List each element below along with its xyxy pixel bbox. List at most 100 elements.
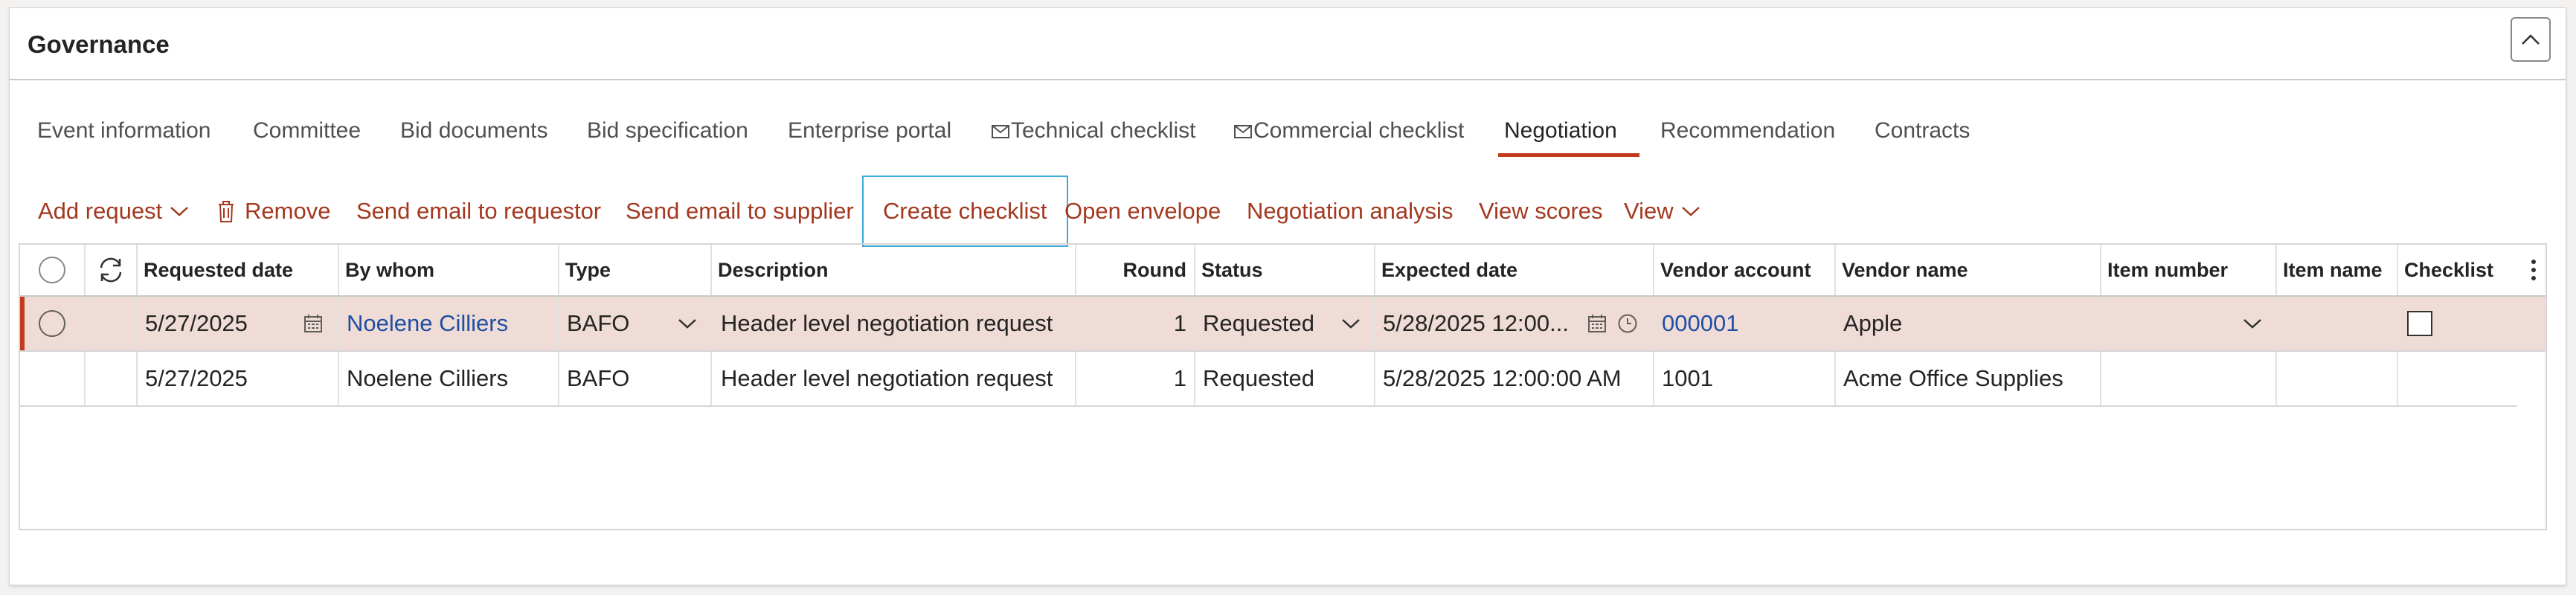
round-value: 1	[1173, 365, 1186, 391]
vendor-name-value: Acme Office Supplies	[1843, 365, 2063, 391]
item-name-field[interactable]	[2277, 297, 2398, 350]
send-email-supplier-label: Send email to supplier	[626, 198, 854, 224]
tab-recommendation[interactable]: Recommendation	[1660, 118, 1835, 144]
clock-icon[interactable]	[1617, 313, 1638, 334]
item-name-cell[interactable]	[2277, 352, 2398, 405]
col-label: By whom	[345, 258, 435, 281]
negotiation-analysis-button[interactable]: Negotiation analysis	[1247, 176, 1453, 247]
tab-label: Recommendation	[1660, 118, 1836, 143]
send-email-supplier-button[interactable]: Send email to supplier	[626, 176, 854, 247]
description-cell[interactable]: Header level negotiation request	[712, 352, 1076, 405]
col-header-status[interactable]: Status	[1195, 245, 1375, 295]
round-field[interactable]: 1	[1076, 297, 1195, 350]
vendor-name-field[interactable]: Apple	[1836, 297, 2101, 350]
col-header-round[interactable]: Round	[1076, 245, 1195, 295]
description-field[interactable]: Header level negotiation request	[712, 297, 1076, 350]
active-tab-indicator	[1498, 153, 1639, 157]
chevron-down-icon	[678, 319, 696, 329]
round-cell[interactable]: 1	[1076, 352, 1195, 405]
negotiation-grid: Requested date By whom Type Description …	[19, 243, 2547, 530]
type-cell[interactable]: BAFO	[559, 352, 712, 405]
open-envelope-button[interactable]: Open envelope	[1064, 176, 1221, 247]
col-header-description[interactable]: Description	[712, 245, 1076, 295]
col-label: Item number	[2107, 258, 2229, 281]
refresh-icon[interactable]	[96, 257, 126, 283]
refresh-header[interactable]	[86, 245, 138, 295]
requested-date-value: 5/27/2025	[145, 365, 248, 391]
chevron-down-icon	[2243, 319, 2261, 329]
view-scores-button[interactable]: View scores	[1479, 176, 1603, 247]
col-label: Vendor account	[1660, 258, 1811, 281]
col-header-item-number[interactable]: Item number	[2101, 245, 2277, 295]
vendor-name-value: Apple	[1843, 310, 1903, 336]
col-header-vendor-account[interactable]: Vendor account	[1654, 245, 1836, 295]
col-header-requested-date[interactable]: Requested date	[138, 245, 339, 295]
send-email-requestor-button[interactable]: Send email to requestor	[356, 176, 601, 247]
col-header-expected-date[interactable]: Expected date	[1375, 245, 1654, 295]
remove-button[interactable]: Remove	[216, 176, 330, 247]
col-header-vendor-name[interactable]: Vendor name	[1836, 245, 2101, 295]
expected-date-value: 5/28/2025 12:00:00 AM	[1383, 365, 1622, 391]
tab-enterprise-portal[interactable]: Enterprise portal	[788, 118, 951, 144]
item-number-dropdown[interactable]	[2101, 297, 2277, 350]
tab-bid-documents[interactable]: Bid documents	[400, 118, 547, 144]
tab-bid-specification[interactable]: Bid specification	[587, 118, 748, 144]
tab-label: Technical checklist	[1011, 118, 1196, 143]
vendor-name-cell[interactable]: Acme Office Supplies	[1836, 352, 2101, 405]
row-select-radio[interactable]	[39, 310, 65, 337]
expected-date-cell[interactable]: 5/28/2025 12:00:00 AM	[1375, 352, 1654, 405]
col-label: Round	[1122, 258, 1186, 281]
remove-label: Remove	[245, 198, 331, 224]
tab-commercial-checklist[interactable]: Commercial checklist	[1234, 118, 1464, 144]
trash-icon	[219, 201, 234, 222]
calendar-icon[interactable]	[303, 314, 323, 333]
col-header-type[interactable]: Type	[559, 245, 712, 295]
tab-label: Negotiation	[1504, 118, 1617, 143]
checklist-checkbox[interactable]	[2407, 311, 2432, 336]
status-dropdown[interactable]: Requested	[1195, 297, 1375, 350]
checklist-cell[interactable]	[2398, 352, 2517, 405]
item-number-cell[interactable]	[2101, 352, 2277, 405]
view-menu-button[interactable]: View	[1624, 176, 1700, 247]
by-whom-cell[interactable]: Noelene Cilliers	[339, 352, 559, 405]
create-checklist-label: Create checklist	[883, 198, 1047, 224]
calendar-icon[interactable]	[1587, 314, 1607, 333]
row-divider	[20, 405, 2517, 407]
collapse-button[interactable]	[2511, 17, 2551, 62]
tab-contracts[interactable]: Contracts	[1875, 118, 1970, 144]
col-header-item-name[interactable]: Item name	[2277, 245, 2398, 295]
row-blank-cell	[86, 352, 138, 405]
col-label: Type	[565, 258, 611, 281]
send-email-requestor-label: Send email to requestor	[356, 198, 602, 224]
more-options-icon[interactable]	[2531, 259, 2537, 281]
expected-date-field[interactable]: 5/28/2025 12:00...	[1375, 297, 1654, 350]
requested-date-field[interactable]: 5/27/2025	[138, 297, 339, 350]
round-value: 1	[1173, 310, 1186, 336]
by-whom-link[interactable]: Noelene Cilliers	[339, 297, 559, 350]
create-checklist-button[interactable]: Create checklist	[862, 176, 1068, 247]
tab-technical-checklist[interactable]: Technical checklist	[992, 118, 1195, 144]
tab-label: Event information	[37, 118, 211, 143]
chevron-down-icon	[1681, 207, 1700, 216]
add-request-button[interactable]: Add request	[38, 176, 189, 247]
action-toolbar: Add request Remove Send email to request…	[10, 176, 2566, 250]
vendor-account-value: 1001	[1662, 365, 1713, 391]
type-dropdown[interactable]: BAFO	[559, 297, 712, 350]
requested-date-cell[interactable]: 5/27/2025	[138, 352, 339, 405]
row-select-cell[interactable]	[20, 352, 86, 405]
tab-label: Enterprise portal	[788, 118, 952, 143]
row-select-cell[interactable]	[20, 297, 86, 350]
select-all-radio[interactable]	[39, 257, 65, 283]
status-cell[interactable]: Requested	[1195, 352, 1375, 405]
vendor-account-link[interactable]: 000001	[1654, 297, 1836, 350]
col-label: Description	[718, 258, 829, 281]
checklist-cell[interactable]	[2398, 297, 2547, 350]
col-header-checklist[interactable]: Checklist	[2398, 245, 2547, 295]
expected-date-value: 5/28/2025 12:00...	[1383, 310, 1569, 336]
tab-committee[interactable]: Committee	[253, 118, 361, 144]
tab-negotiation[interactable]: Negotiation	[1504, 118, 1617, 144]
vendor-account-cell[interactable]: 1001	[1654, 352, 1836, 405]
tab-event-information[interactable]: Event information	[37, 118, 211, 144]
select-all-header[interactable]	[20, 245, 86, 295]
col-header-by-whom[interactable]: By whom	[339, 245, 559, 295]
